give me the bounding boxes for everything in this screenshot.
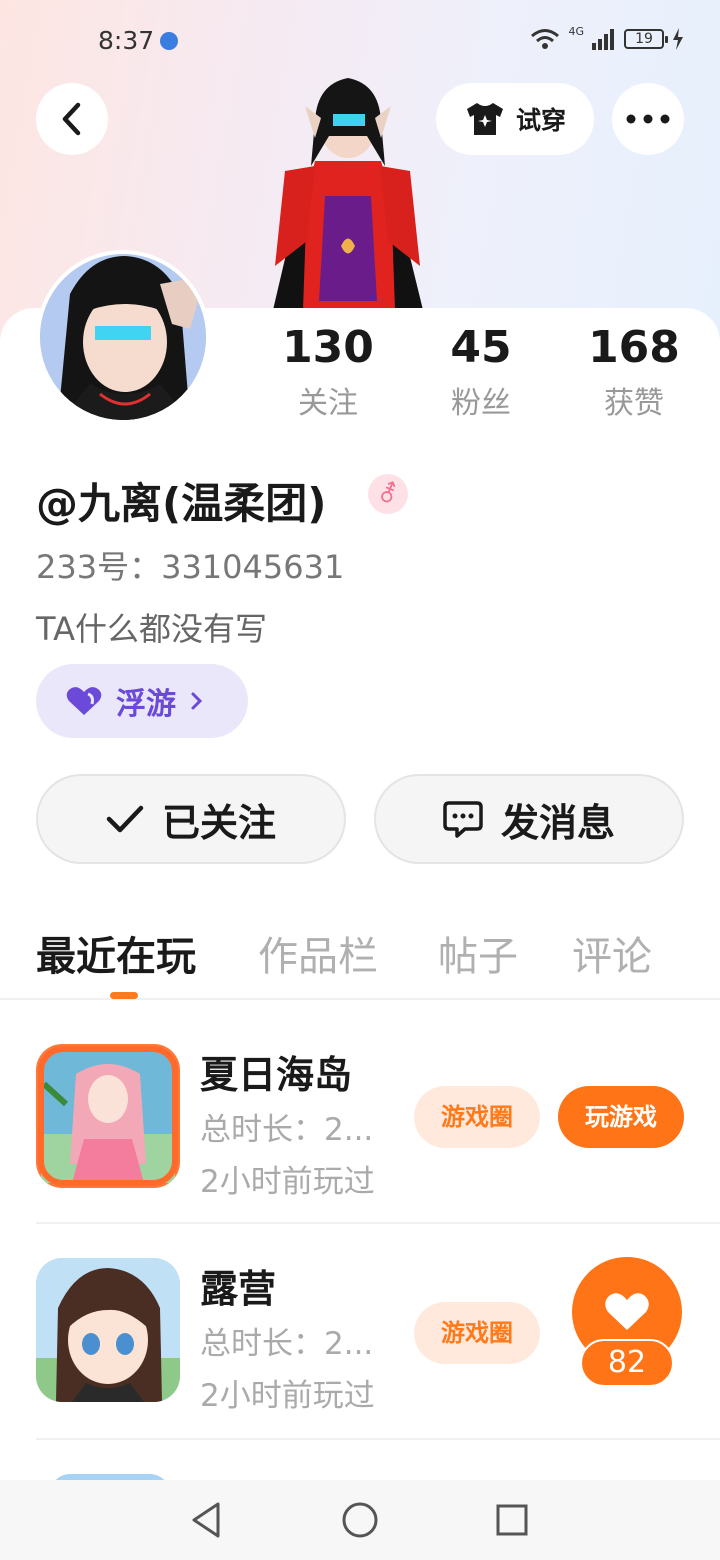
- game-last-played: 2小时前玩过: [200, 1378, 375, 1414]
- tab-posts[interactable]: 帖子: [438, 924, 518, 982]
- stat-likes[interactable]: 168 获赞: [574, 322, 694, 422]
- stat-followers-value: 45: [450, 322, 512, 373]
- status-tag-label: 浮游: [116, 687, 176, 722]
- like-count: 82: [580, 1339, 674, 1387]
- more-dots-icon: [626, 114, 670, 124]
- chevron-right-icon: [191, 692, 203, 710]
- nav-back-icon[interactable]: [186, 1498, 230, 1542]
- game-title: 夏日海岛: [200, 1053, 353, 1097]
- notification-dot-icon: [160, 32, 178, 50]
- status-tag-button[interactable]: 浮游: [36, 664, 248, 738]
- message-label: 发消息: [500, 800, 615, 845]
- stat-followers-label: 粉丝: [451, 386, 511, 421]
- bio: TA什么都没有写: [36, 610, 267, 648]
- followed-button[interactable]: 已关注: [36, 774, 346, 864]
- tab-recent-played[interactable]: 最近在玩: [36, 924, 196, 982]
- avatar[interactable]: [36, 250, 210, 424]
- play-game-button[interactable]: 玩游戏: [558, 1086, 684, 1148]
- content-tabs: 最近在玩 作品栏 帖子 评论: [0, 918, 720, 1000]
- try-on-button[interactable]: 试穿: [436, 83, 594, 155]
- user-id: 233号：331045631: [36, 548, 345, 586]
- followed-label: 已关注: [161, 800, 276, 845]
- more-button[interactable]: [612, 83, 684, 155]
- like-button[interactable]: 82: [572, 1257, 682, 1387]
- character-figure-image: [273, 78, 423, 310]
- status-time: 8:37: [98, 26, 155, 55]
- heart-icon: [66, 687, 102, 715]
- divider: [36, 1222, 720, 1224]
- game-last-played: 2小时前玩过: [200, 1164, 375, 1200]
- game-playtime: 总时长：2...: [200, 1112, 374, 1148]
- game-icon: [36, 1258, 180, 1402]
- game-circle-button[interactable]: 游戏圈: [414, 1086, 540, 1148]
- signal-icon: [592, 29, 614, 50]
- gender-icon: ⚦: [368, 474, 408, 514]
- avatar-image: [40, 254, 206, 420]
- network-type: 4G: [568, 24, 584, 38]
- shirt-icon: [466, 103, 503, 135]
- game-icon: [36, 1044, 180, 1188]
- chat-bubble-icon: [443, 801, 483, 838]
- check-icon: [106, 805, 144, 833]
- list-item[interactable]: 夏日海岛 总时长：2... 2小时前玩过 游戏圈 玩游戏: [0, 1010, 720, 1224]
- game-icon-image: [36, 1044, 180, 1188]
- charging-icon: [673, 28, 683, 50]
- nav-recents-icon[interactable]: [490, 1498, 534, 1542]
- tab-works[interactable]: 作品栏: [258, 924, 378, 982]
- game-title: 露营: [200, 1267, 277, 1311]
- heart-icon: [605, 1293, 649, 1330]
- list-item-partial: [0, 1440, 720, 1480]
- stat-likes-label: 获赞: [604, 386, 664, 421]
- message-button[interactable]: 发消息: [374, 774, 684, 864]
- stat-following[interactable]: 130 关注: [268, 322, 388, 422]
- game-playtime: 总时长：2...: [200, 1326, 374, 1362]
- battery-level: 19: [635, 31, 653, 47]
- try-on-label: 试穿: [515, 106, 566, 135]
- system-nav-bar: [0, 1480, 720, 1560]
- back-button[interactable]: [36, 83, 108, 155]
- status-indicators: 4G 19: [530, 24, 684, 50]
- game-circle-button[interactable]: 游戏圈: [414, 1302, 540, 1364]
- tab-comments[interactable]: 评论: [572, 924, 652, 982]
- stat-following-value: 130: [282, 322, 374, 373]
- wifi-icon: [531, 29, 560, 49]
- back-arrow-icon: [62, 102, 81, 136]
- username: @九离(温柔团): [36, 479, 327, 528]
- nav-home-icon[interactable]: [338, 1498, 382, 1542]
- game-icon-image: [36, 1258, 180, 1402]
- stat-followers[interactable]: 45 粉丝: [421, 322, 541, 422]
- battery-icon: 19: [624, 29, 668, 49]
- stat-following-label: 关注: [298, 386, 358, 421]
- stat-likes-value: 168: [588, 322, 680, 373]
- active-tab-indicator: [110, 992, 138, 999]
